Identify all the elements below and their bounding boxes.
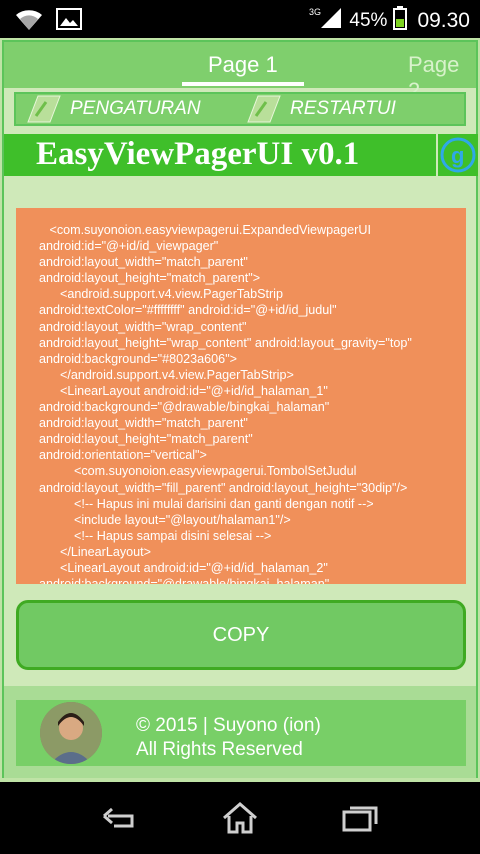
battery-percent: 45%: [349, 10, 388, 31]
signal-icon: 3G: [309, 6, 343, 36]
tab-indicator: [182, 82, 304, 86]
restart-icon: [244, 94, 284, 124]
back-icon[interactable]: [98, 796, 142, 840]
app-window: Page 1 Page 2 PENGATURAN RESTARTUI EasyV…: [0, 38, 480, 782]
code-text: <com.suyonoion.easyviewpagerui.ExpandedV…: [39, 223, 412, 584]
status-bar: 3G 45% 09.30: [0, 0, 480, 38]
recent-apps-icon[interactable]: [338, 796, 382, 840]
home-icon[interactable]: [218, 796, 262, 840]
navigation-bar: [0, 782, 480, 854]
pager-tab-strip: Page 1 Page 2: [4, 42, 476, 103]
footer-panel: © 2015 | Suyono (ion) All Rights Reserve…: [16, 700, 466, 766]
title-bar: EasyViewPagerUI v0.1: [4, 134, 436, 176]
avatar: [40, 702, 102, 764]
rights-line: All Rights Reserved: [136, 739, 303, 760]
svg-text:g: g: [451, 143, 464, 168]
menu-item-label: PENGATURAN: [70, 98, 201, 119]
footer: © 2015 | Suyono (ion) All Rights Reserve…: [4, 686, 476, 778]
google-plus-icon[interactable]: g: [438, 134, 478, 176]
code-view[interactable]: <com.suyonoion.easyviewpagerui.ExpandedV…: [16, 208, 466, 584]
tab-page-1[interactable]: Page 1: [208, 52, 278, 78]
pager-frame: Page 1 Page 2 PENGATURAN RESTARTUI EasyV…: [2, 40, 478, 778]
copyright-text: © 2015 | Suyono (ion) All Rights Reserve…: [136, 714, 321, 762]
menu-item-restartui[interactable]: RESTARTUI: [244, 94, 396, 124]
wifi-icon: [14, 6, 44, 37]
menu-row: PENGATURAN RESTARTUI: [14, 92, 466, 126]
page-title: EasyViewPagerUI v0.1: [36, 136, 360, 172]
settings-icon: [24, 94, 64, 124]
clock: 09.30: [417, 9, 470, 32]
battery-icon: [393, 6, 408, 36]
image-notification-icon: [56, 8, 82, 35]
copy-button[interactable]: COPY: [16, 600, 466, 670]
copyright-line: © 2015 | Suyono (ion): [136, 715, 321, 736]
menu-item-pengaturan[interactable]: PENGATURAN: [24, 94, 201, 124]
menu-item-label: RESTARTUI: [290, 98, 396, 119]
svg-text:3G: 3G: [309, 7, 321, 17]
